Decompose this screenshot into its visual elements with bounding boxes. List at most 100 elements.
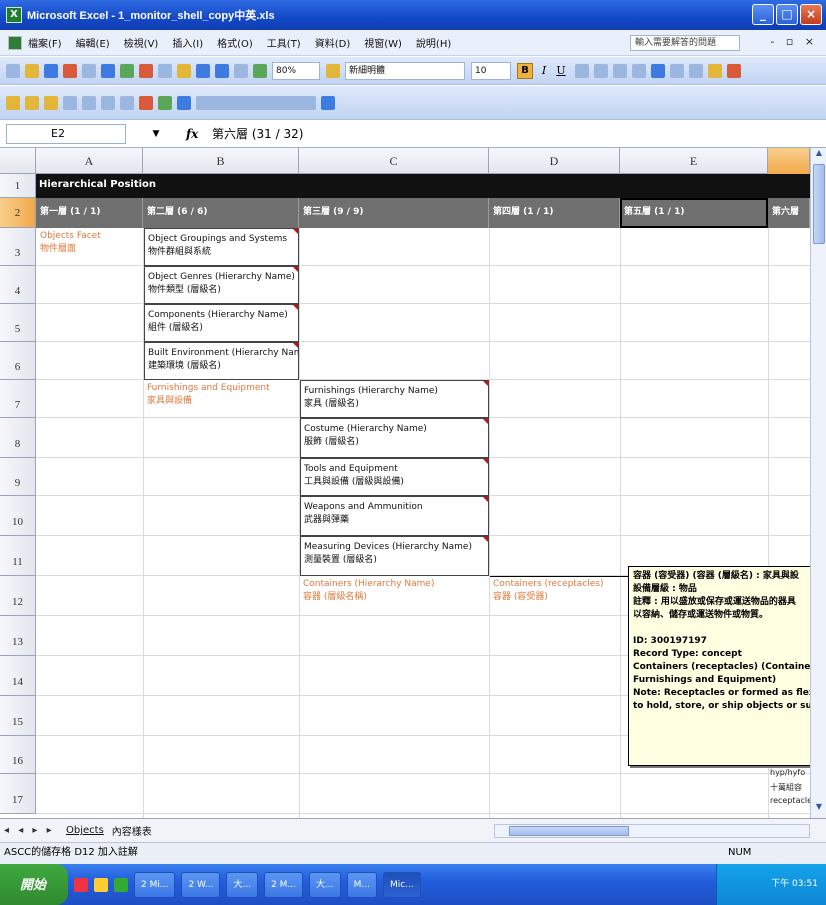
comment-indicator[interactable]	[483, 419, 488, 424]
print-preview-icon[interactable]	[101, 63, 115, 78]
merge-center-icon[interactable]	[632, 63, 646, 78]
row-header-10[interactable]: 10	[0, 496, 36, 536]
underline-button[interactable]: U	[555, 64, 567, 77]
taskbar-button[interactable]: 2 Mi...	[134, 871, 176, 898]
column-header-e[interactable]: E	[620, 148, 768, 174]
bold-button[interactable]: B	[517, 62, 533, 79]
row-header-16[interactable]: 16	[0, 736, 36, 774]
font-name-select[interactable]: 新細明體	[345, 61, 465, 80]
comment-indicator[interactable]	[293, 305, 298, 310]
row-header-2[interactable]: 2	[0, 198, 36, 228]
cell-c11[interactable]: Measuring Devices (Hierarchy Name) 測量裝置 …	[300, 536, 489, 576]
redo-icon[interactable]	[215, 63, 229, 78]
next-comment-icon[interactable]	[82, 95, 96, 110]
row-header-4[interactable]: 4	[0, 266, 36, 304]
scroll-thumb[interactable]	[813, 164, 825, 244]
cell-a3[interactable]: Objects Facet 物件層面	[37, 230, 141, 262]
send-mail-icon[interactable]	[177, 95, 191, 110]
help-search-input[interactable]: 輸入需要解答的問題	[630, 35, 740, 51]
menu-edit[interactable]: 編輯(E)	[76, 35, 110, 50]
comment-indicator[interactable]	[483, 497, 488, 502]
row-header-11[interactable]: 11	[0, 536, 36, 576]
column-header-f[interactable]	[768, 148, 810, 174]
row-header-5[interactable]: 5	[0, 304, 36, 342]
taskbar-button[interactable]: 大...	[226, 871, 259, 898]
indent-icon[interactable]	[670, 63, 684, 78]
font-color-icon[interactable]	[727, 63, 741, 78]
title-row[interactable]: Hierarchical Position	[36, 174, 810, 198]
taskbar-button[interactable]: 大...	[309, 871, 341, 898]
taskbar-button[interactable]: M...	[346, 871, 377, 898]
level-header-cell[interactable]: 第三層 (9 / 9)	[299, 198, 489, 228]
comment-indicator[interactable]	[293, 343, 298, 348]
level-header-cell[interactable]: 第二層 (6 / 6)	[143, 198, 299, 228]
formula-input[interactable]: 第六層 (31 / 32)	[206, 125, 303, 142]
workbook-icon[interactable]	[8, 35, 22, 50]
document-controls[interactable]: - ▫ ×	[770, 35, 818, 48]
maximize-button[interactable]: □	[776, 4, 798, 25]
column-header-b[interactable]: B	[143, 148, 299, 174]
comment-indicator[interactable]	[293, 267, 298, 272]
menu-tools[interactable]: 工具(T)	[267, 35, 301, 50]
cell-c12[interactable]: Containers (Hierarchy Name) 容器 (層級名稱)	[300, 578, 488, 612]
chart-wizard-icon[interactable]	[253, 63, 267, 78]
comment-indicator[interactable]	[293, 229, 298, 234]
row-header-13[interactable]: 13	[0, 616, 36, 656]
insert-function-button[interactable]: fx	[186, 127, 206, 141]
cell-c10[interactable]: Weapons and Ammunition 武器與彈藥	[300, 496, 489, 536]
delete-comment-icon[interactable]	[139, 95, 153, 110]
row-header-3[interactable]: 3	[0, 228, 36, 266]
menu-window[interactable]: 視窗(W)	[364, 35, 402, 50]
name-box-dropdown[interactable]: ▼	[126, 129, 186, 139]
quicklaunch-icon[interactable]	[74, 877, 88, 892]
excel-app-icon[interactable]: X	[6, 7, 22, 23]
quicklaunch-icon[interactable]	[114, 877, 128, 892]
open-icon[interactable]	[25, 63, 39, 78]
font-size-select[interactable]: 10	[471, 61, 511, 80]
align-center-icon[interactable]	[594, 63, 608, 78]
row-header-12[interactable]: 12	[0, 576, 36, 616]
taskbar-button[interactable]: 2 M...	[264, 871, 304, 898]
menu-file[interactable]: 檔案(F)	[28, 35, 62, 50]
end-review-icon[interactable]	[321, 95, 335, 110]
cell-d12[interactable]: Containers (receptacles) 容器 (容受器)	[490, 578, 619, 612]
align-right-icon[interactable]	[613, 63, 627, 78]
system-tray-clock[interactable]: 下午 03:51	[716, 864, 826, 905]
align-left-icon[interactable]	[575, 63, 589, 78]
menu-insert[interactable]: 插入(I)	[172, 35, 203, 50]
level-header-cell[interactable]: 第四層 (1 / 1)	[489, 198, 620, 228]
level-header-cell[interactable]: 第一層 (1 / 1)	[36, 198, 143, 228]
row-header-1[interactable]: 1	[0, 174, 36, 198]
review-icon[interactable]	[6, 95, 20, 110]
italic-button[interactable]: I	[538, 64, 550, 77]
row-header-14[interactable]: 14	[0, 656, 36, 696]
close-button[interactable]: ×	[800, 4, 822, 25]
scroll-up-icon[interactable]: ▲	[811, 148, 826, 164]
row-header-15[interactable]: 15	[0, 696, 36, 736]
menu-view[interactable]: 檢視(V)	[124, 35, 159, 50]
scroll-down-icon[interactable]: ▼	[811, 802, 826, 818]
comment-indicator[interactable]	[483, 537, 488, 542]
minimize-button[interactable]: _	[752, 4, 774, 25]
start-button[interactable]: 開始	[0, 864, 68, 905]
sheet-tab-content[interactable]: 內容樣表	[108, 823, 156, 838]
previous-comment-icon[interactable]	[63, 95, 77, 110]
show-all-comments-icon[interactable]	[120, 95, 134, 110]
comment-indicator[interactable]	[483, 459, 488, 464]
borders-icon[interactable]	[689, 63, 703, 78]
cell-b4[interactable]: Object Genres (Hierarchy Name) 物件類型 (層級名…	[144, 266, 299, 304]
edit-comment-icon[interactable]	[44, 95, 58, 110]
column-header-d[interactable]: D	[489, 148, 620, 174]
cell-b5[interactable]: Components (Hierarchy Name) 組件 (層級名)	[144, 304, 299, 342]
spelling-icon[interactable]	[120, 63, 134, 78]
cell-b7[interactable]: Furnishings and Equipment 家具與設備	[144, 382, 298, 414]
menu-format[interactable]: 格式(O)	[217, 35, 253, 50]
sheet-nav-buttons[interactable]: ◂ ◂ ▸ ▸	[4, 825, 62, 836]
column-header-a[interactable]: A	[36, 148, 143, 174]
autosum-icon[interactable]	[234, 63, 248, 78]
horizontal-scrollbar[interactable]	[494, 824, 810, 838]
zoom-select[interactable]: 80%	[272, 61, 320, 80]
cell-c8[interactable]: Costume (Hierarchy Name) 服飾 (層級名)	[300, 418, 489, 458]
help-icon[interactable]	[326, 63, 340, 78]
row-header-6[interactable]: 6	[0, 342, 36, 380]
